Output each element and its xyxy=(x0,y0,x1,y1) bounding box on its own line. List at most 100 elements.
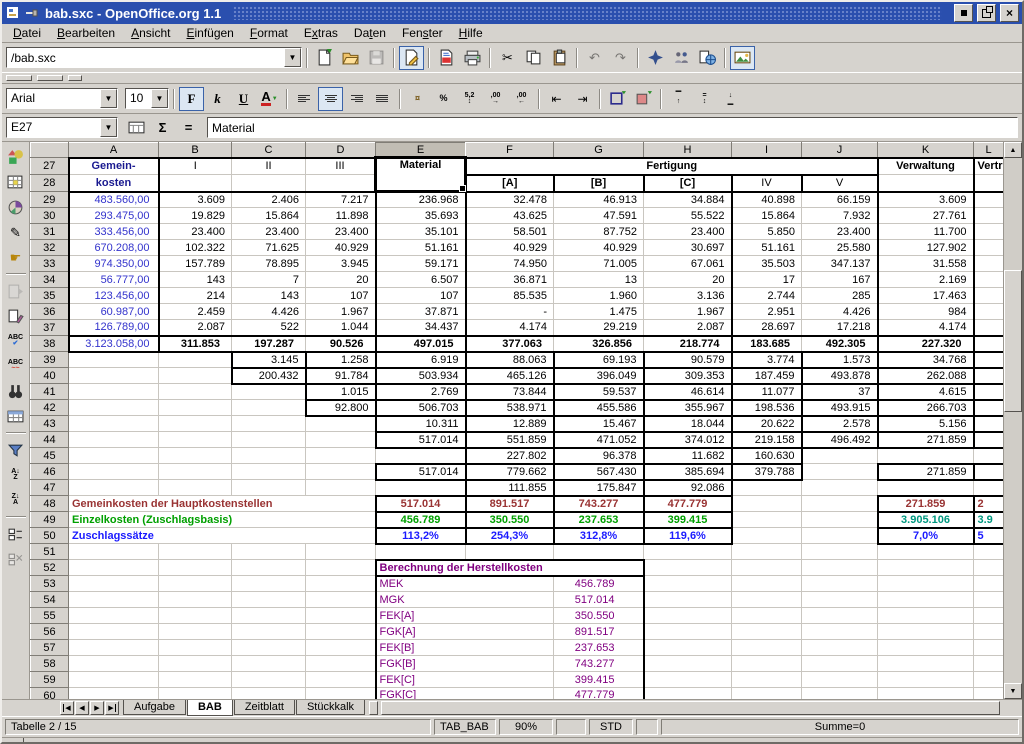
row-header-44[interactable]: 44 xyxy=(31,432,69,448)
cell-H37[interactable]: 2.087 xyxy=(644,320,732,336)
cell-C38[interactable]: 197.287 xyxy=(232,336,306,352)
cell-B52[interactable] xyxy=(159,560,232,576)
cell-D29[interactable]: 7.217 xyxy=(306,192,376,208)
cell-H46[interactable]: 385.694 xyxy=(644,464,732,480)
cell-A38[interactable]: 3.123.058,00 xyxy=(69,336,159,352)
column-header-G[interactable]: G xyxy=(554,143,644,158)
menu-format[interactable]: Format xyxy=(242,24,296,42)
save-button[interactable] xyxy=(364,46,389,70)
cell-C52[interactable] xyxy=(232,560,306,576)
cell-A42[interactable] xyxy=(69,400,159,416)
cell-K38[interactable]: 227.320 xyxy=(878,336,974,352)
cell-E55[interactable]: FEK[A] xyxy=(376,608,554,624)
cell-H36[interactable]: 1.967 xyxy=(644,304,732,320)
cell-C43[interactable] xyxy=(232,416,306,432)
navigator-button[interactable] xyxy=(643,46,668,70)
cell-B46[interactable] xyxy=(159,464,232,480)
cell-I50[interactable] xyxy=(732,528,802,544)
align-left-button[interactable] xyxy=(292,87,317,111)
cell-K49[interactable]: 3.905.106 xyxy=(878,512,974,528)
row-header-39[interactable]: 39 xyxy=(31,352,69,368)
toolbar-grip[interactable] xyxy=(6,75,32,81)
italic-button[interactable]: k xyxy=(205,87,230,111)
background-color-button[interactable] xyxy=(631,87,656,111)
row-header-49[interactable]: 49 xyxy=(31,512,69,528)
cell-F37[interactable]: 4.174 xyxy=(466,320,554,336)
titlebar[interactable]: bab.sxc - OpenOffice.org 1.1 × xyxy=(2,2,1022,24)
cell-L48[interactable]: 2 xyxy=(974,496,1004,512)
cell-H53[interactable] xyxy=(644,576,732,592)
row-header-38[interactable]: 38 xyxy=(31,336,69,352)
cell-C28[interactable] xyxy=(232,175,306,192)
function-button[interactable]: = xyxy=(176,116,201,140)
sheet-tab-stckkalk[interactable]: Stückkalk xyxy=(296,700,365,715)
cell-D54[interactable] xyxy=(306,592,376,608)
cell-A55[interactable] xyxy=(69,608,159,624)
window-resize-edge[interactable] xyxy=(2,737,1022,742)
cell-J38[interactable]: 492.305 xyxy=(802,336,878,352)
cell-D35[interactable]: 107 xyxy=(306,288,376,304)
cell-F45[interactable]: 227.802 xyxy=(466,448,554,464)
cell-J47[interactable] xyxy=(802,480,878,496)
row-header-29[interactable]: 29 xyxy=(31,192,69,208)
cell-E46[interactable]: 517.014 xyxy=(376,464,466,480)
cell-G47[interactable]: 175.847 xyxy=(554,480,644,496)
horizontal-scroll-thumb[interactable] xyxy=(381,701,1000,715)
cell-B57[interactable] xyxy=(159,640,232,656)
cell-K42[interactable]: 266.703 xyxy=(878,400,974,416)
delete-decimal-button[interactable]: ,00← xyxy=(509,87,534,111)
cell-B37[interactable]: 2.087 xyxy=(159,320,232,336)
align-bottom-button[interactable]: ↓▁ xyxy=(718,87,743,111)
cell-I47[interactable] xyxy=(732,480,802,496)
cell-J31[interactable]: 23.400 xyxy=(802,224,878,240)
cell-E33[interactable]: 59.171 xyxy=(376,256,466,272)
cell-K31[interactable]: 11.700 xyxy=(878,224,974,240)
cell-D43[interactable] xyxy=(306,416,376,432)
cell-B36[interactable]: 2.459 xyxy=(159,304,232,320)
cell-F30[interactable]: 43.625 xyxy=(466,208,554,224)
cell-C36[interactable]: 4.426 xyxy=(232,304,306,320)
spellcheck-button[interactable]: ABC✔ xyxy=(3,329,28,353)
cell-L51[interactable] xyxy=(974,544,1004,560)
cell-H47[interactable]: 92.086 xyxy=(644,480,732,496)
cell-L40[interactable] xyxy=(974,368,1004,384)
cell-B42[interactable] xyxy=(159,400,232,416)
vertical-scroll-thumb[interactable] xyxy=(1004,270,1022,412)
cell-B51[interactable] xyxy=(159,544,232,560)
cell-B41[interactable] xyxy=(159,384,232,400)
tab-splitter-handle[interactable] xyxy=(369,701,378,715)
cell-K57[interactable] xyxy=(878,640,974,656)
cell-H42[interactable]: 355.967 xyxy=(644,400,732,416)
cell-B58[interactable] xyxy=(159,656,232,672)
cell-B32[interactable]: 102.322 xyxy=(159,240,232,256)
cell-C30[interactable]: 15.864 xyxy=(232,208,306,224)
cell-I38[interactable]: 183.685 xyxy=(732,336,802,352)
cell-A30[interactable]: 293.475,00 xyxy=(69,208,159,224)
cell-F39[interactable]: 88.063 xyxy=(466,352,554,368)
cell-K30[interactable]: 27.761 xyxy=(878,208,974,224)
menu-datei[interactable]: Datei xyxy=(5,24,49,42)
cell-H35[interactable]: 3.136 xyxy=(644,288,732,304)
row-header-52[interactable]: 52 xyxy=(31,560,69,576)
row-header-33[interactable]: 33 xyxy=(31,256,69,272)
row-header-37[interactable]: 37 xyxy=(31,320,69,336)
draw-functions-button[interactable]: ✎ xyxy=(3,220,28,244)
cell-K59[interactable] xyxy=(878,672,974,688)
cell-K52[interactable] xyxy=(878,560,974,576)
cell-H40[interactable]: 309.353 xyxy=(644,368,732,384)
cell-G28[interactable]: [B] xyxy=(554,175,644,192)
cell-A41[interactable] xyxy=(69,384,159,400)
cell-F47[interactable]: 111.855 xyxy=(466,480,554,496)
underline-button[interactable]: U xyxy=(231,87,256,111)
cell-C27[interactable]: II xyxy=(232,158,306,175)
toolbar-grip[interactable] xyxy=(37,75,63,81)
cell-C45[interactable] xyxy=(232,448,306,464)
column-header-E[interactable]: E xyxy=(376,143,466,158)
print-button[interactable] xyxy=(460,46,485,70)
cell-L52[interactable] xyxy=(974,560,1004,576)
cell-C32[interactable]: 71.625 xyxy=(232,240,306,256)
cell-C54[interactable] xyxy=(232,592,306,608)
cell-I54[interactable] xyxy=(732,592,802,608)
cell-D31[interactable]: 23.400 xyxy=(306,224,376,240)
cell-K45[interactable] xyxy=(878,448,974,464)
